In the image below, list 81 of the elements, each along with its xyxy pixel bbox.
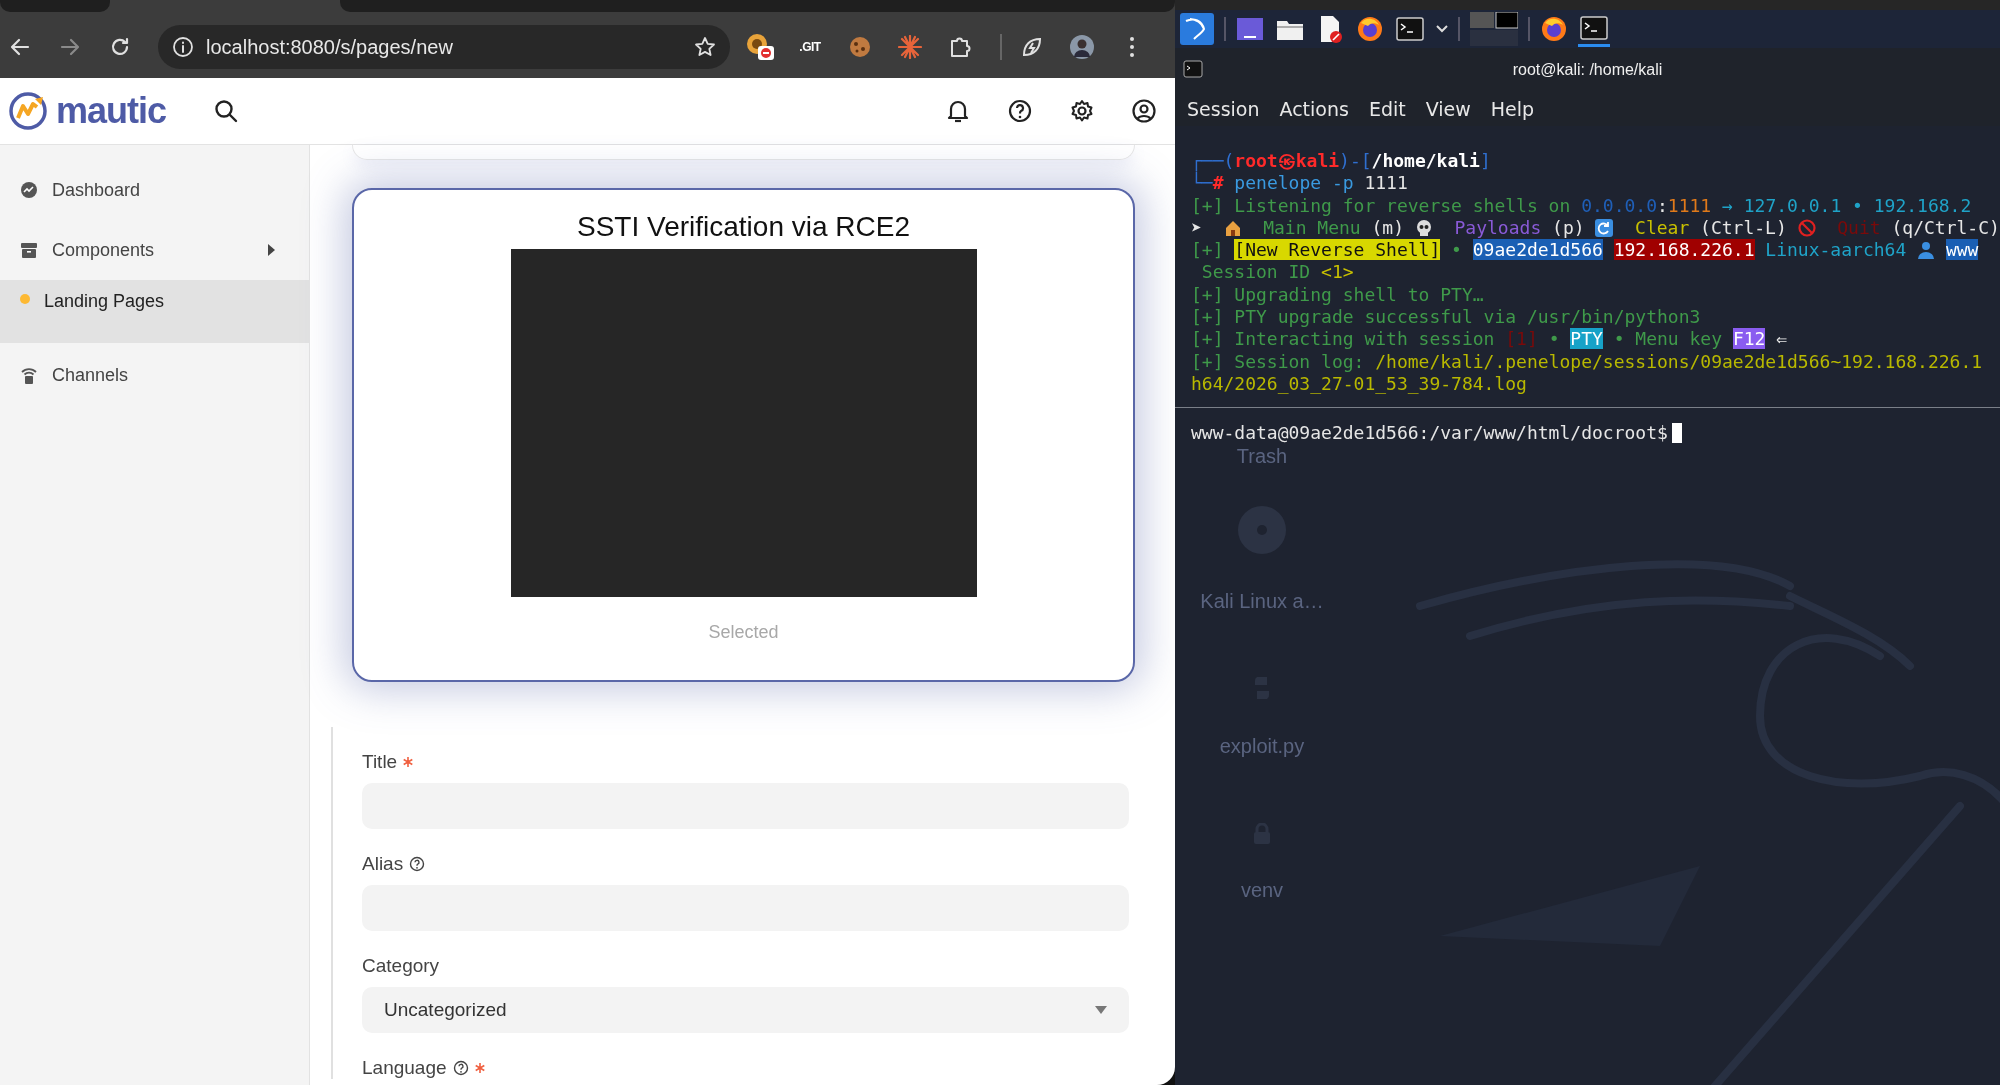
user-icon [1132,99,1156,123]
extension-button[interactable]: .GIT [790,27,830,67]
logo-text: mautic [56,89,167,133]
broadcast-icon [20,366,38,384]
terminal-line: [+] Upgrading shell to PTY… [1191,283,1485,307]
terminal-line: [+] Listening for reverse shells on 0.0.0.0:1111 → 127.0.0.1 • 192.168.2 [1191,194,1973,217]
workspaces-icon [1470,12,1518,46]
terminal-icon [1183,60,1203,78]
leaf-icon [1020,35,1044,59]
back-icon [9,36,31,58]
sidebar-item[interactable]: Components [0,220,309,280]
help-icon [1008,99,1032,123]
browser-icon [1540,15,1568,43]
sidebar-item[interactable]: Channels [0,345,309,405]
terminal-line: ┌──(root㉿kali)-[/home/kali] [1191,150,1492,173]
chevron-icon [1436,25,1448,33]
terminal-line: [+] Interacting with session [1] • PTY • Menu key F12 ⇐ [1191,328,1789,351]
terminal-icon [1396,15,1424,43]
template-card[interactable]: SSTI Verification via RCE2 Selected [352,188,1135,682]
more-icon [1128,36,1136,58]
info-icon[interactable] [172,36,194,58]
house-icon [1223,218,1242,237]
highlighted-text: [New Reverse Shell] [1234,239,1441,261]
star-icon[interactable] [694,36,716,58]
field-label: Title [362,751,398,773]
reload-icon [109,36,131,58]
gear-badge-icon [744,32,776,62]
bell-icon [946,98,970,124]
sidebar-item[interactable]: Landing Pages [0,280,309,343]
menu-item[interactable]: Edit [1368,94,1406,124]
no-entry-icon [1797,218,1816,237]
menu-item[interactable]: Actions [1279,94,1349,124]
terminal-line: ➤ Main Menu (m) Payloads (p) Clear (Ctrl-L) Quit (q/Ctrl-C) [1191,216,2000,240]
sidebar-item[interactable]: Dashboard [0,160,309,220]
menu-item[interactable]: View [1425,94,1471,124]
dropdown-icon [1095,1006,1107,1014]
asterisk-icon [898,35,922,59]
url-text: localhost:8080/s/pages/new [206,35,454,60]
cookie-icon [848,35,872,59]
menu-item[interactable]: Session [1187,94,1260,124]
prompt-text: www-data@09ae2de1d566:/var/www/html/docroot$ [1191,422,1668,444]
terminal-line: [+] Session log: /home/kali/.penelope/sessions/09ae2de1d566~192.168.226.1 [1191,350,1984,373]
terminal-line: └─# penelope -p 1111 [1191,172,1409,195]
highlighted-text: F12 [1732,328,1766,350]
refresh-icon [1595,218,1614,237]
dragon-icon [1180,13,1214,45]
puzzle-icon [948,35,972,59]
forward-icon [59,36,81,58]
menu-item[interactable]: Help [1490,94,1535,124]
field-label: Alias [362,853,404,875]
help-icon[interactable] [452,1060,469,1076]
select-field[interactable]: Uncategorized [362,987,1129,1033]
monitor-icon [1236,15,1264,43]
caret-icon [268,244,275,256]
field-label: Category [362,955,440,977]
window-title: root@kali: /home/kali [1512,60,1663,80]
highlighted-text: 192.168.226.1 [1613,239,1755,261]
search-icon [214,99,239,123]
text-cursor [1671,423,1682,444]
archive-icon [20,241,38,259]
start-button[interactable] [1178,11,1216,47]
dot-icon [20,294,30,304]
help-icon[interactable] [409,856,426,872]
terminal-line: h64/2026_03_27-01_53_39-784.log [1191,372,1528,396]
chart-icon [20,181,38,199]
terminal-icon [1580,13,1608,42]
terminal-line: Session ID <1> [1200,261,1355,284]
skull-icon [1414,218,1433,237]
field-label: Language [362,1057,447,1079]
status-text: Selected [708,621,779,644]
address-bar[interactable]: localhost:8080/s/pages/new [158,25,730,69]
highlighted-text: PTY [1570,328,1603,350]
avatar-icon [1069,34,1095,60]
workspace-switcher[interactable] [1468,11,1520,47]
terminal-line: [+] PTY upgrade successful via /usr/bin/python3 [1191,306,1702,329]
person-icon [1917,241,1936,260]
card-title: SSTI Verification via RCE2 [577,210,910,244]
logo-icon [8,91,48,131]
browser-icon [1356,15,1384,43]
highlighted-text: 09ae2de1d566 [1472,239,1603,261]
settings-icon [1070,99,1094,123]
